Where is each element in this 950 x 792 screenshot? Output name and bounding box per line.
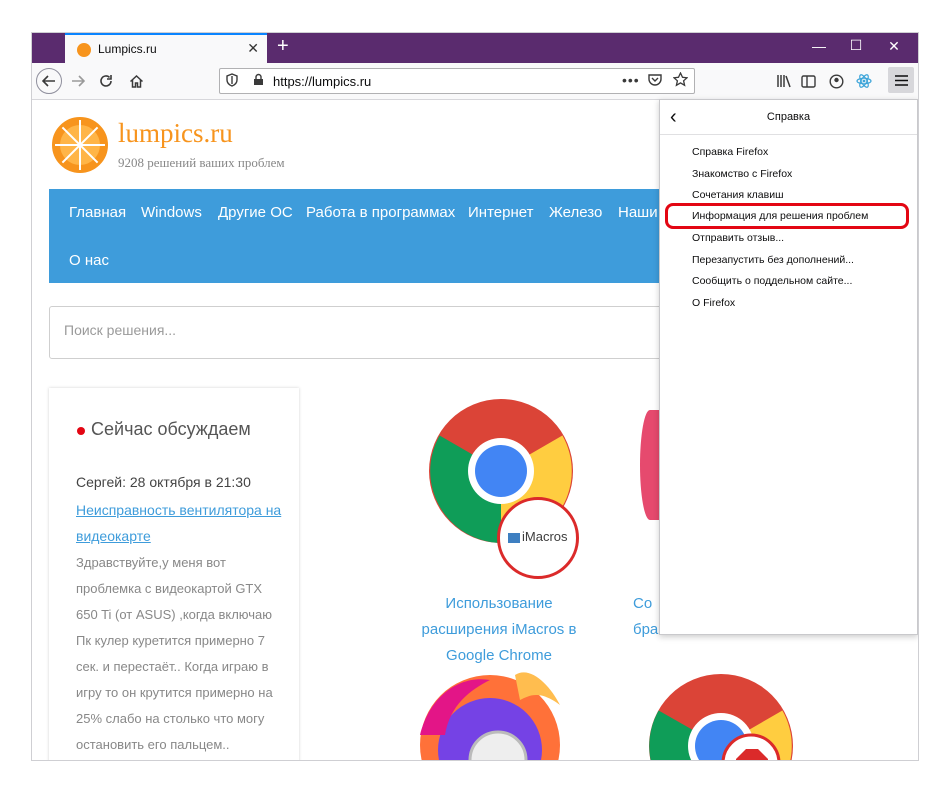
site-nav: Главная Windows Другие ОС Работа в прогр… [49,189,749,283]
page-actions-icon[interactable]: ••• [622,72,640,88]
widget-heading: Сейчас обсуждаем [91,419,251,439]
forward-button[interactable] [66,69,90,93]
library-button[interactable] [772,69,796,93]
library-icon [777,75,791,88]
url-bar[interactable]: https://lumpics.ru ••• [219,68,695,94]
react-extension-icon [856,74,872,88]
live-dot-icon [77,427,85,435]
nav-item-windows[interactable]: Windows [141,204,202,221]
menu-separator [660,134,917,135]
menu-item-report-deceptive-site[interactable]: Сообщить о поддельном сайте... [692,275,852,287]
highlight-outline [665,203,909,229]
nav-item-about[interactable]: О нас [69,252,109,269]
lock-icon[interactable] [253,73,264,89]
reload-button[interactable] [94,69,118,93]
imacros-badge: iMacros [497,497,579,579]
menu-item-restart-without-addons[interactable]: Перезапустить без дополнений... [692,254,854,266]
arrow-left-icon [42,75,55,87]
home-icon [129,74,143,88]
title-bar: Lumpics.ru ✕ + — ☐ ✕ [32,33,918,63]
tab-title: Lumpics.ru [98,42,157,56]
nav-item-programs[interactable]: Работа в программах [306,204,455,221]
account-icon [828,73,844,89]
discussion-link[interactable]: Неисправность вентилятора на видеокарте [76,497,286,549]
menu-item-about-firefox[interactable]: О Firefox [692,297,735,309]
home-button[interactable] [124,69,148,93]
site-tagline: 9208 решений ваших проблем [118,155,285,170]
browser-window: Lumpics.ru ✕ + — ☐ ✕ https://lumpics.ru [32,33,918,760]
nav-item-ours[interactable]: Наши [618,204,658,221]
tracking-shield-icon[interactable] [226,73,238,90]
bookmark-star-icon[interactable] [672,71,689,91]
search-input[interactable] [62,321,626,339]
sidebar-button[interactable] [796,69,820,93]
menu-item-firefox-help[interactable]: Справка Firefox [692,146,768,158]
reload-icon [100,75,112,87]
article-title[interactable]: Использование расширения iMacros в Googl… [409,591,589,669]
favicon-icon [77,43,91,57]
menu-item-keyboard-shortcuts[interactable]: Сочетания клавиш [692,189,784,201]
url-text[interactable]: https://lumpics.ru [273,74,371,89]
nav-item-other-os[interactable]: Другие ОС [218,204,293,221]
nav-item-hardware[interactable]: Железо [549,204,602,221]
pocket-icon[interactable] [648,73,662,89]
imacros-logo-icon [508,533,520,543]
open-menu-button[interactable] [888,67,914,93]
minimize-button[interactable]: — [809,38,829,54]
tab-close-icon[interactable]: ✕ [247,40,259,57]
site-logo[interactable] [52,117,108,173]
menu-item-send-feedback[interactable]: Отправить отзыв... [692,232,784,244]
discussion-widget: Сейчас обсуждаем Сергей: 28 октября в 21… [49,388,299,760]
new-tab-button[interactable]: + [277,35,289,58]
extension-button[interactable] [852,69,876,93]
account-button[interactable] [824,69,848,93]
firefox-logo-partial-icon [640,410,660,520]
chrome-logo-bottom-icon [649,674,793,760]
hamburger-menu-icon [894,74,908,86]
close-window-button[interactable]: ✕ [884,38,904,55]
sidebar-icon [800,74,816,88]
menu-item-getting-started[interactable]: Знакомство с Firefox [692,168,792,180]
search-box[interactable] [49,306,749,359]
comment-author: Сергей: 28 октября в 21:30 [76,474,251,490]
comment-text: Здравствуйте,у меня вот проблемка с виде… [76,555,273,752]
arrow-right-icon [72,75,85,87]
help-menu-panel: ‹ Справка Справка Firefox Знакомство с F… [659,99,918,635]
menu-title: Справка [766,111,811,123]
maximize-button[interactable]: ☐ [846,37,866,54]
back-button[interactable] [36,68,62,94]
imacros-label: iMacros [522,529,568,544]
tab-lumpics[interactable]: Lumpics.ru ✕ [65,33,267,63]
nav-item-internet[interactable]: Интернет [468,204,533,221]
firefox-logo-icon [420,672,560,760]
nav-toolbar: https://lumpics.ru ••• [32,63,918,100]
nav-item-home[interactable]: Главная [69,204,126,221]
site-name[interactable]: lumpics.ru [118,118,233,149]
